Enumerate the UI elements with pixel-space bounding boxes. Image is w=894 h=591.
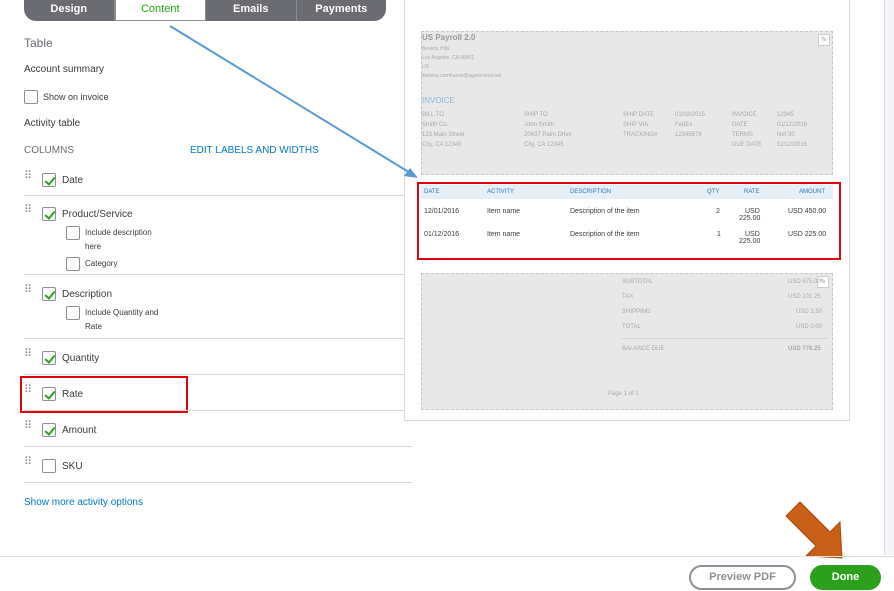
done-button[interactable]: Done [810,565,881,590]
orange-pointer-arrow-icon [785,501,843,559]
preview-pdf-button[interactable]: Preview PDF [689,565,796,590]
annotation-overlay [169,25,843,559]
blue-pointer-arrow-icon [169,25,418,178]
